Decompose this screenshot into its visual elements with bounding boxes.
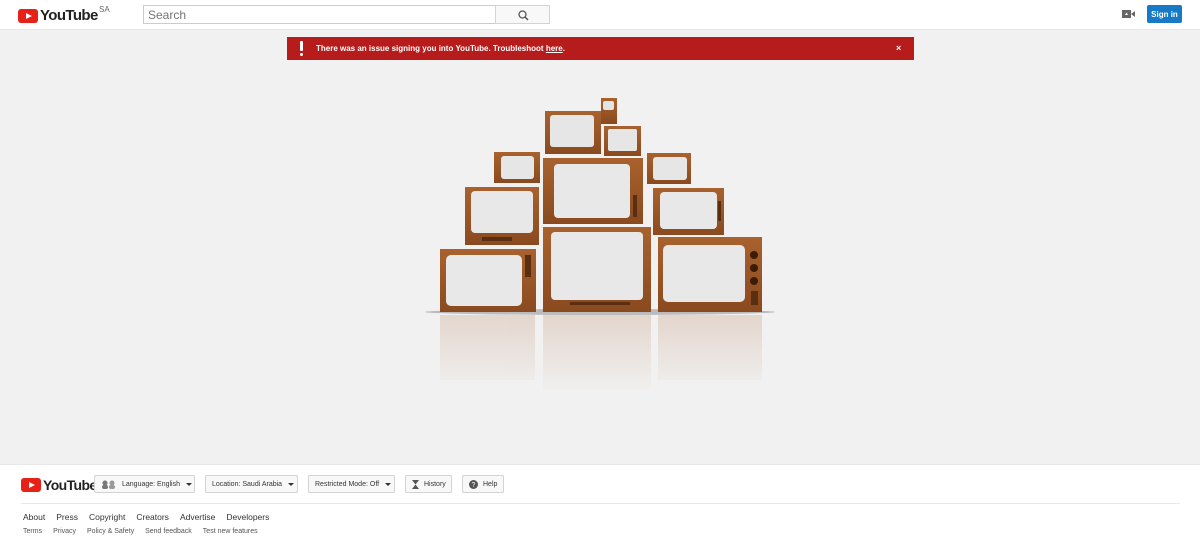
close-icon[interactable]: × [896, 43, 901, 53]
footer-link-privacy[interactable]: Privacy [53, 528, 76, 535]
language-value: English [157, 480, 181, 488]
footer-link-creators[interactable]: Creators [136, 512, 169, 522]
people-icon [101, 480, 117, 489]
footer-link-test-new-features[interactable]: Test new features [203, 528, 258, 535]
search-icon [518, 10, 529, 21]
country-code: SA [99, 5, 110, 14]
help-icon: ? [469, 479, 478, 489]
language-label: Language: [122, 480, 156, 488]
alert-text: There was an issue signing you into YouT… [316, 44, 546, 53]
location-picker-button[interactable]: Location: Saudi Arabia [205, 475, 298, 493]
footer-logo-wordmark: YouTube [43, 477, 97, 493]
tv-icon [601, 98, 617, 124]
youtube-play-icon [18, 8, 38, 23]
youtube-play-icon [21, 478, 41, 492]
footer-link-terms[interactable]: Terms [23, 528, 42, 535]
search-input[interactable] [143, 5, 496, 24]
footer-link-developers[interactable]: Developers [226, 512, 269, 522]
tv-stack-illustration [420, 98, 780, 395]
footer: YouTube Language: English Location: Saud… [0, 464, 1200, 551]
svg-text:?: ? [472, 482, 476, 489]
footer-divider [21, 503, 1180, 504]
youtube-logo[interactable]: YouTube SA [18, 5, 110, 24]
location-value: Saudi Arabia [242, 480, 283, 488]
footer-link-send-feedback[interactable]: Send feedback [145, 528, 192, 535]
help-button[interactable]: ? Help [462, 475, 504, 493]
footer-primary-links: About Press Copyright Creators Advertise… [23, 512, 269, 522]
restricted-mode-value: Off [369, 480, 380, 488]
chevron-down-icon [186, 482, 193, 486]
footer-link-copyright[interactable]: Copyright [89, 512, 125, 522]
masthead: YouTube SA Sign in [0, 0, 1200, 30]
help-label: Help [483, 480, 498, 488]
upload-video-icon[interactable] [1122, 9, 1136, 19]
footer-secondary-links: Terms Privacy Policy & Safety Send feedb… [23, 528, 258, 535]
history-button[interactable]: History [405, 475, 452, 493]
alert-exclamation-icon [300, 41, 303, 56]
restricted-mode-button[interactable]: Restricted Mode: Off [308, 475, 395, 493]
sign-in-button[interactable]: Sign in [1147, 5, 1182, 23]
hourglass-icon [412, 479, 419, 489]
search-button[interactable] [495, 5, 550, 24]
chevron-down-icon [385, 482, 392, 486]
location-label: Location: [212, 480, 241, 488]
chevron-down-icon [288, 482, 295, 486]
history-label: History [424, 480, 446, 488]
alert-message: There was an issue signing you into YouT… [316, 44, 565, 53]
restricted-mode-label: Restricted Mode: [315, 480, 368, 488]
footer-link-advertise[interactable]: Advertise [180, 512, 215, 522]
language-picker-button[interactable]: Language: English [94, 475, 195, 493]
signin-error-alert: There was an issue signing you into YouT… [287, 37, 914, 60]
troubleshoot-link[interactable]: here [546, 44, 563, 53]
footer-link-policy-safety[interactable]: Policy & Safety [87, 528, 134, 535]
alert-suffix: . [562, 44, 565, 53]
footer-link-press[interactable]: Press [56, 512, 78, 522]
footer-link-about[interactable]: About [23, 512, 45, 522]
footer-youtube-logo[interactable]: YouTube [21, 477, 97, 493]
logo-wordmark: YouTube [40, 7, 98, 24]
